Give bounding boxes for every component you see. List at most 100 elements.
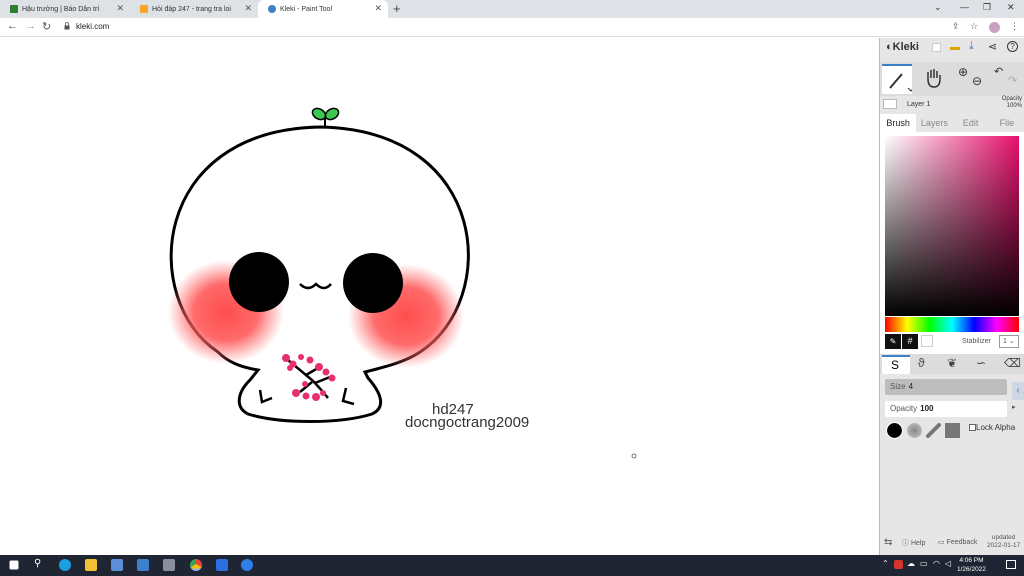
hex-button[interactable]: # — [902, 334, 918, 349]
download-icon[interactable]: ⤓ — [969, 40, 974, 53]
secondary-color-swatch[interactable] — [921, 335, 933, 347]
sketchy-brush-icon[interactable]: ❦ — [947, 356, 957, 370]
tab-title: Kleki - Paint Tool — [280, 5, 333, 13]
close-window-icon[interactable]: ✕ — [1007, 2, 1015, 13]
opacity-arrow-icon[interactable]: ▸ — [1012, 403, 1016, 411]
layer-opacity: Opacity 100% — [1001, 96, 1022, 109]
close-tab-icon[interactable]: ✕ — [374, 3, 382, 14]
close-tab-icon[interactable]: ✕ — [244, 3, 252, 14]
layer-name: Layer 1 — [907, 101, 931, 108]
lock-alpha-checkbox[interactable] — [969, 424, 976, 432]
tray-chevron-icon[interactable]: ⌃ — [882, 559, 889, 568]
menu-dots-icon[interactable]: ⋮ — [1010, 21, 1019, 32]
kleki-favicon-icon — [268, 5, 276, 13]
restore-icon[interactable]: ❐ — [983, 2, 991, 13]
zoom-out-icon[interactable]: ⊖ — [972, 74, 982, 88]
lock-alpha-toggle[interactable]: Lock Alpha — [969, 423, 1015, 432]
share-icon[interactable]: ⋖ — [988, 40, 997, 53]
chrome-icon[interactable] — [190, 559, 202, 571]
pen-brush-button[interactable]: S — [882, 355, 910, 374]
tab-file[interactable]: File — [989, 114, 1024, 132]
store-icon[interactable] — [111, 559, 123, 571]
dantri-favicon-icon — [10, 5, 18, 13]
eyedropper-icon[interactable]: ✎ — [885, 334, 901, 349]
close-tab-icon[interactable]: ✕ — [116, 3, 124, 14]
updated-info: updated 2022-01-17 — [987, 534, 1021, 549]
hue-slider[interactable] — [885, 317, 1019, 332]
layer-thumbnail — [883, 99, 897, 109]
lock-icon[interactable] — [64, 22, 70, 30]
square-brush-swatch[interactable] — [945, 423, 960, 438]
hard-brush-swatch[interactable] — [886, 422, 903, 439]
tab-brush[interactable]: Brush — [880, 114, 917, 132]
brush-tool[interactable] — [882, 64, 915, 94]
pixel-brush-icon[interactable]: ∽ — [976, 356, 986, 370]
minimize-icon[interactable]: — — [960, 2, 969, 12]
brush-icon — [889, 73, 915, 92]
onedrive-icon[interactable]: ☁ — [907, 559, 915, 568]
search-icon[interactable]: ⚲ — [34, 558, 41, 569]
feedback-link[interactable]: ▭ Feedback — [938, 538, 977, 546]
layer-row[interactable]: Layer 1 Opacity 100% — [880, 96, 1024, 114]
help-icon[interactable]: ? — [1007, 41, 1018, 52]
help-link[interactable]: ⓘ Help — [902, 538, 925, 548]
chevron-down-icon[interactable]: ⌄ — [934, 2, 942, 13]
plus-icon[interactable]: + — [393, 1, 401, 16]
new-image-icon[interactable] — [932, 43, 941, 52]
battery-icon[interactable]: ▭ — [920, 559, 928, 568]
tab-title: Hậu trường | Báo Dân trí — [22, 5, 100, 13]
size-slider[interactable]: Size 4 — [885, 379, 1007, 395]
feedback-icon: ▭ — [938, 539, 945, 546]
tab-hoidap[interactable]: Hỏi đáp 247 - trang tra loi ✕ — [130, 0, 258, 18]
windows-start-icon[interactable] — [9, 560, 19, 570]
undo-icon[interactable]: ↶ — [994, 65, 1003, 78]
file-explorer-icon[interactable] — [85, 559, 97, 571]
stabilizer-select[interactable]: 1 ⌄ — [999, 335, 1019, 348]
reload-icon[interactable]: ↻ — [42, 20, 51, 33]
hand-tool-icon[interactable] — [924, 67, 944, 89]
right-eye — [343, 253, 403, 313]
app-icon[interactable] — [241, 559, 253, 571]
tab-layers[interactable]: Layers — [916, 114, 952, 132]
tab-dantri[interactable]: Hậu trường | Báo Dân trí ✕ — [0, 0, 130, 18]
system-clock[interactable]: 4:06 PM 1/26/2022 — [957, 556, 986, 574]
signature-author: docngoctrang2009 — [405, 414, 530, 431]
volume-icon[interactable]: ◁ — [945, 559, 951, 568]
zoom-in-icon[interactable]: ⊕ — [958, 65, 968, 79]
collapse-panel-icon[interactable]: ‹ — [1012, 382, 1024, 400]
back-icon[interactable]: ← — [7, 20, 18, 32]
pen-brush-icon: S — [891, 358, 900, 372]
pen-pressure-icon[interactable] — [926, 423, 941, 438]
windows-taskbar: ⚲ ⌃ ☁ ▭ ◠ ◁ 4:06 PM 1/26/2022 — [0, 555, 1024, 576]
address-bar: ← → ↻ kleki.com ⇪ ☆ ⋮ — [0, 18, 1024, 37]
wifi-icon[interactable]: ◠ — [933, 559, 940, 568]
avatar[interactable] — [989, 22, 1000, 33]
forward-icon[interactable]: → — [25, 20, 36, 32]
camera-icon[interactable] — [163, 559, 175, 571]
soft-brush-swatch[interactable] — [907, 423, 922, 438]
zalo-icon[interactable] — [216, 559, 228, 571]
tray-app-icon[interactable] — [894, 560, 903, 569]
kleki-side-panel: ◐Kleki ▬ ⤓ ⋖ ? ⊕ ⊖ ↶ ↷ Layer 1 Opacity 10… — [879, 38, 1024, 555]
blend-brush-icon[interactable]: ϑ — [918, 356, 925, 370]
url-text[interactable]: kleki.com — [76, 22, 109, 31]
tab-edit[interactable]: Edit — [953, 114, 989, 132]
mail-icon[interactable] — [137, 559, 149, 571]
browser-tab-bar: Hậu trường | Báo Dân trí ✕ Hỏi đáp 247 -… — [0, 0, 1024, 18]
share-icon[interactable]: ⇪ — [952, 21, 960, 32]
edge-icon[interactable] — [59, 559, 71, 571]
kleki-logo: ◐Kleki — [886, 41, 919, 53]
tab-title: Hỏi đáp 247 - trang tra loi — [152, 5, 231, 13]
star-icon[interactable]: ☆ — [970, 21, 978, 32]
color-picker-area[interactable] — [885, 136, 1019, 316]
tab-kleki[interactable]: Kleki - Paint Tool ✕ — [258, 0, 388, 18]
sprout-leaf-right — [324, 107, 340, 121]
open-folder-icon[interactable]: ▬ — [950, 42, 960, 53]
redo-icon[interactable]: ↷ — [1008, 74, 1017, 87]
swap-ui-icon[interactable]: ⇆ — [884, 537, 892, 548]
drawing-canvas[interactable]: hd247 docngoctrang2009 — [0, 38, 879, 555]
panel-footer: ⇆ ⓘ Help ▭ Feedback updated 2022-01-17 — [880, 534, 1024, 554]
brush-opacity-slider[interactable]: Opacity 100 — [885, 401, 1007, 417]
eraser-icon[interactable]: ⌫ — [1004, 356, 1021, 370]
notification-icon[interactable] — [1006, 560, 1016, 569]
